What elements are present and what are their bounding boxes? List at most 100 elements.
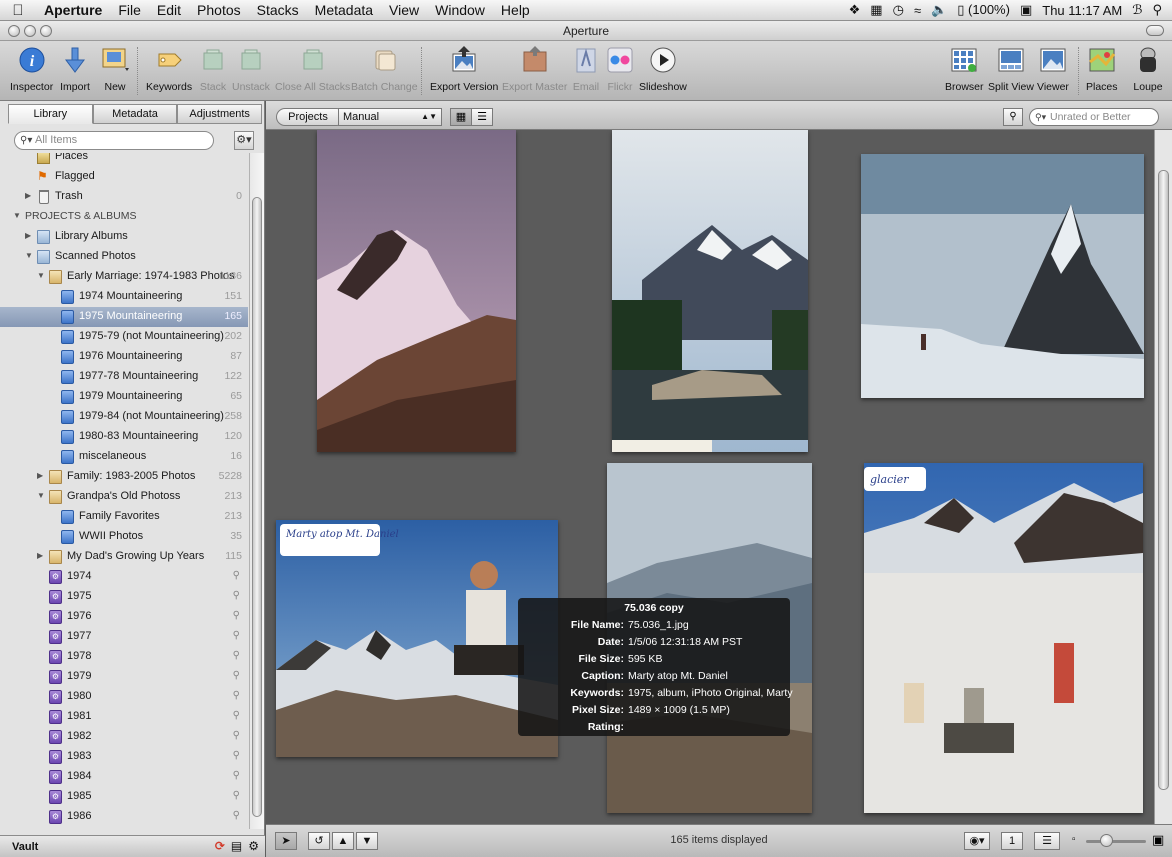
sidebar-item-album[interactable]: 1974 Mountaineering 151 <box>0 287 248 307</box>
new-button[interactable]: New <box>100 45 130 93</box>
sidebar-item-smart-album[interactable]: ⚙ 1979 ⚲ <box>0 667 248 687</box>
query-hud-button[interactable]: ⚲ <box>1003 108 1023 126</box>
menu-file[interactable]: File <box>110 2 149 18</box>
grid-view-button[interactable]: ▦ <box>450 108 472 126</box>
sidebar-item-smart-album[interactable]: ⚙ 1977 ⚲ <box>0 627 248 647</box>
select-tool-button[interactable]: ➤ <box>275 832 297 850</box>
sidebar-item-smart-album[interactable]: ⚙ 1980 ⚲ <box>0 687 248 707</box>
zoom-out-icon[interactable]: ▫ <box>1072 834 1076 845</box>
disclosure-triangle-icon[interactable]: ▶ <box>25 231 31 240</box>
vault-update-icon[interactable]: ⟳ <box>215 839 225 853</box>
sidebar-item-album[interactable]: 1975-79 (not Mountaineering) 202 <box>0 327 248 347</box>
minimize-window-button[interactable] <box>24 25 36 37</box>
sidebar-item-smart-album[interactable]: ⚙ 1974 ⚲ <box>0 567 248 587</box>
smart-settings-icon[interactable]: ⚲ <box>233 790 240 801</box>
photo-thumbnail[interactable]: Marty atop Mt. Daniel <box>276 520 558 757</box>
lift-tool-button[interactable]: ▲ <box>332 832 354 850</box>
disclosure-triangle-icon[interactable]: ▼ <box>37 271 45 280</box>
disclosure-triangle-icon[interactable]: ▶ <box>37 551 43 560</box>
display-options-button[interactable]: ◉▾ <box>964 832 990 850</box>
close-all-stacks-button[interactable]: Close All Stacks <box>275 45 350 93</box>
sidebar-item-smart-album[interactable]: ⚙ 1978 ⚲ <box>0 647 248 667</box>
slideshow-button[interactable]: Slideshow <box>639 45 687 93</box>
zoom-in-icon[interactable]: ▣ <box>1152 832 1164 848</box>
sidebar-item-album[interactable]: 1976 Mountaineering 87 <box>0 347 248 367</box>
calendar-icon[interactable]: ▣ <box>1020 2 1032 18</box>
sidebar-item-places[interactable]: Places <box>0 153 248 167</box>
stamp-tool-button[interactable]: ▼ <box>356 832 378 850</box>
split-view-button[interactable]: Split View <box>988 45 1034 93</box>
sidebar-item-smart-album[interactable]: ⚙ 1976 ⚲ <box>0 607 248 627</box>
sidebar-item-album[interactable]: 1980-83 Mountaineering 120 <box>0 427 248 447</box>
bluetooth-icon[interactable]: ℬ <box>1132 2 1142 18</box>
sidebar-item-album[interactable]: 1979-84 (not Mountaineering) 258 <box>0 407 248 427</box>
volume-icon[interactable]: 🔈 <box>931 2 947 18</box>
smart-settings-icon[interactable]: ⚲ <box>233 630 240 641</box>
tab-library[interactable]: Library <box>8 104 93 124</box>
library-action-gear-icon[interactable]: ⚙▾ <box>234 131 254 150</box>
sidebar-item-smart-album[interactable]: ⚙ 1986 ⚲ <box>0 807 248 827</box>
rating-filter-input[interactable]: ⚲▾ Unrated or Better <box>1029 108 1159 126</box>
import-button[interactable]: Import <box>60 45 90 93</box>
spaces-icon[interactable]: ▦ <box>870 2 882 18</box>
grid-scroll-thumb[interactable] <box>1158 170 1169 790</box>
disclosure-triangle-icon[interactable]: ▶ <box>37 471 43 480</box>
rotate-tool-button[interactable]: ↺ <box>308 832 330 850</box>
sidebar-item-trash[interactable]: ▶ Trash 0 <box>0 187 248 207</box>
metadata-view-button[interactable]: ☰ <box>1034 832 1060 850</box>
browser-button[interactable]: Browser <box>945 45 984 93</box>
inspector-button[interactable]: i Inspector <box>10 45 53 93</box>
apple-menu-icon[interactable]:  <box>0 2 36 19</box>
sidebar-item-album[interactable]: 1977-78 Mountaineering 122 <box>0 367 248 387</box>
menu-metadata[interactable]: Metadata <box>307 2 381 18</box>
list-view-button[interactable]: ☰ <box>471 108 493 126</box>
script-menu-icon[interactable]: ❖ <box>849 2 861 18</box>
photo-thumbnail[interactable]: glacier <box>864 463 1143 813</box>
menu-photos[interactable]: Photos <box>189 2 249 18</box>
sidebar-item-smart-album[interactable]: ⚙ 1985 ⚲ <box>0 787 248 807</box>
sidebar-item-flagged[interactable]: ⚑ Flagged <box>0 167 248 187</box>
menu-help[interactable]: Help <box>493 2 538 18</box>
smart-settings-icon[interactable]: ⚲ <box>233 590 240 601</box>
battery-status[interactable]: ▯ (100%) <box>957 2 1010 18</box>
disclosure-triangle-icon[interactable]: ▼ <box>25 251 33 260</box>
places-button[interactable]: Places <box>1086 45 1118 93</box>
tab-metadata[interactable]: Metadata <box>92 104 178 124</box>
export-master-button[interactable]: Export Master <box>502 45 567 93</box>
stack-button[interactable]: Stack <box>198 45 228 93</box>
smart-settings-icon[interactable]: ⚲ <box>233 610 240 621</box>
unstack-button[interactable]: Unstack <box>232 45 270 93</box>
sidebar-item-scanned-photos[interactable]: ▼ Scanned Photos <box>0 247 248 267</box>
sort-order-select[interactable]: Manual ▲▼ <box>338 108 442 126</box>
tab-adjustments[interactable]: Adjustments <box>177 104 263 124</box>
smart-settings-icon[interactable]: ⚲ <box>233 650 240 661</box>
smart-settings-icon[interactable]: ⚲ <box>233 730 240 741</box>
viewer-button[interactable]: Viewer <box>1037 45 1069 93</box>
smart-settings-icon[interactable]: ⚲ <box>233 670 240 681</box>
clock[interactable]: Thu 11:17 AM <box>1042 3 1122 18</box>
photo-thumbnail[interactable] <box>861 154 1144 398</box>
disclosure-triangle-icon[interactable]: ▼ <box>37 491 45 500</box>
smart-settings-icon[interactable]: ⚲ <box>233 810 240 821</box>
library-scroll-thumb[interactable] <box>252 197 262 817</box>
sidebar-item-family[interactable]: ▶ Family: 1983-2005 Photos 5228 <box>0 467 248 487</box>
grid-scrollbar[interactable] <box>1154 130 1172 824</box>
sidebar-item-smart-album[interactable]: ⚙ 1982 ⚲ <box>0 727 248 747</box>
projects-button[interactable]: Projects <box>276 108 340 126</box>
app-menu[interactable]: Aperture <box>36 2 110 18</box>
library-scrollbar[interactable] <box>249 153 264 829</box>
close-window-button[interactable] <box>8 25 20 37</box>
smart-settings-icon[interactable]: ⚲ <box>233 570 240 581</box>
disclosure-triangle-icon[interactable]: ▼ <box>13 211 21 220</box>
vault-gear-icon[interactable]: ⚙ <box>248 839 259 853</box>
vault-add-icon[interactable]: ▤ <box>231 839 242 853</box>
sidebar-item-album[interactable]: WWII Photos 35 <box>0 527 248 547</box>
smart-settings-icon[interactable]: ⚲ <box>233 710 240 721</box>
loupe-button[interactable]: Loupe <box>1133 45 1163 93</box>
photo-thumbnail[interactable] <box>317 130 516 452</box>
batch-change-button[interactable]: Batch Change <box>351 45 418 93</box>
sidebar-item-smart-album[interactable]: ⚙ 1981 ⚲ <box>0 707 248 727</box>
spotlight-icon[interactable]: ⚲ <box>1152 2 1162 18</box>
single-view-button[interactable]: 1 <box>1001 832 1023 850</box>
sidebar-item-smart-album[interactable]: ⚙ 1983 ⚲ <box>0 747 248 767</box>
